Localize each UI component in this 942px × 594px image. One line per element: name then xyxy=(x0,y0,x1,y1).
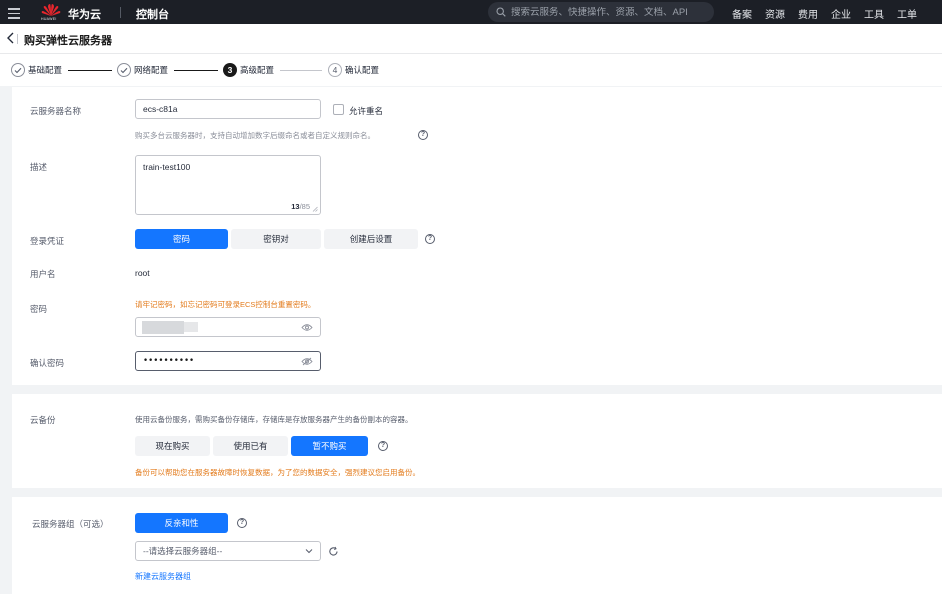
huawei-petal-icon xyxy=(41,4,61,16)
allow-duplicate-label: 允许重名 xyxy=(349,106,384,116)
login-credential-label: 登录凭证 xyxy=(30,236,65,246)
step-connector xyxy=(68,70,112,71)
step-advanced-config[interactable]: 3 高级配置 xyxy=(223,63,274,77)
password-field[interactable] xyxy=(135,317,321,337)
backup-selector: 现在购买 使用已有 暂不购买 xyxy=(135,436,371,456)
step-basic-config[interactable]: 基础配置 xyxy=(11,63,62,77)
nav-billing[interactable]: 费用 xyxy=(798,6,818,21)
nav-beian[interactable]: 备案 xyxy=(732,6,752,21)
step-label: 确认配置 xyxy=(345,65,380,75)
server-name-label: 云服务器名称 xyxy=(30,106,82,116)
global-search-input[interactable] xyxy=(511,6,701,18)
nav-resources[interactable]: 资源 xyxy=(765,6,785,21)
menu-icon[interactable] xyxy=(8,5,20,19)
description-field[interactable]: train-test100 13/85 xyxy=(135,155,321,215)
help-icon[interactable]: ? xyxy=(418,130,428,140)
confirm-password-input[interactable] xyxy=(136,352,286,370)
console-link[interactable]: 控制台 xyxy=(136,6,169,22)
help-icon[interactable]: ? xyxy=(237,518,247,528)
confirm-password-label: 确认密码 xyxy=(30,358,65,368)
backup-label: 云备份 xyxy=(30,415,56,425)
masked-content xyxy=(184,322,198,332)
password-label: 密码 xyxy=(30,304,48,314)
chevron-down-icon xyxy=(305,549,313,554)
help-icon[interactable]: ? xyxy=(378,441,388,451)
server-group-label: 云服务器组（可选） xyxy=(32,519,109,529)
nav-tools[interactable]: 工具 xyxy=(864,6,884,21)
login-option-password[interactable]: 密码 xyxy=(135,229,228,249)
page-header: 购买弹性云服务器 xyxy=(0,24,942,54)
username-label: 用户名 xyxy=(30,269,56,279)
resize-handle-icon[interactable] xyxy=(312,206,318,212)
login-option-later[interactable]: 创建后设置 xyxy=(324,229,418,249)
server-name-input[interactable] xyxy=(135,99,321,119)
step-label: 高级配置 xyxy=(240,65,275,75)
char-counter: 13/85 xyxy=(291,202,310,211)
login-option-keypair[interactable]: 密钥对 xyxy=(231,229,321,249)
check-circle-icon xyxy=(117,63,131,77)
eye-off-icon[interactable] xyxy=(301,357,313,366)
step-network-config[interactable]: 网络配置 xyxy=(117,63,168,77)
step-connector xyxy=(280,70,322,71)
brand-name[interactable]: 华为云 xyxy=(68,6,101,22)
help-icon[interactable]: ? xyxy=(425,234,435,244)
title-separator xyxy=(17,34,18,44)
check-circle-icon xyxy=(11,63,25,77)
instance-settings-card: 云服务器名称 允许重名 购买多台云服务器时，支持自动增加数字后缀命名或者自定义规… xyxy=(12,87,942,385)
server-group-select[interactable]: --请选择云服务器组-- xyxy=(135,541,321,561)
refresh-icon[interactable] xyxy=(328,546,339,557)
server-group-card: 云服务器组（可选） 反亲和性 ? --请选择云服务器组-- 新建云服务器组 xyxy=(12,497,942,594)
backup-card: 云备份 使用云备份服务，需购买备份存储库，存储库是存放服务器产生的备份副本的容器… xyxy=(12,394,942,488)
server-name-hint: 购买多台云服务器时，支持自动增加数字后缀命名或者自定义规则命名。 xyxy=(135,131,375,140)
create-server-group-link[interactable]: 新建云服务器组 xyxy=(135,571,191,582)
backup-option-skip[interactable]: 暂不购买 xyxy=(291,436,368,456)
backup-warning: 备份可以帮助您在服务器故障时恢复数据，为了您的数据安全，强烈建议您启用备份。 xyxy=(135,468,420,477)
global-search[interactable] xyxy=(488,2,714,22)
top-nav-links: 备案 资源 费用 企业 工具 工单 xyxy=(732,6,930,21)
username-value: root xyxy=(135,268,150,278)
server-group-policy-selector: 反亲和性 xyxy=(135,513,231,533)
step-number: 3 xyxy=(223,63,237,77)
logo-wordmark: HUAWEI xyxy=(41,17,57,21)
step-label: 网络配置 xyxy=(134,65,169,75)
divider xyxy=(120,7,121,18)
step-number: 4 xyxy=(328,63,342,77)
select-placeholder: --请选择云服务器组-- xyxy=(143,546,223,556)
huawei-logo[interactable]: HUAWEI xyxy=(40,3,62,21)
password-warning: 请牢记密码，如忘记密码可登录ECS控制台重置密码。 xyxy=(135,300,316,309)
backup-option-buy-now[interactable]: 现在购买 xyxy=(135,436,210,456)
back-arrow-icon[interactable] xyxy=(6,32,16,44)
allow-duplicate-checkbox[interactable] xyxy=(333,104,344,115)
masked-content xyxy=(142,321,184,334)
search-icon xyxy=(496,7,506,17)
step-label: 基础配置 xyxy=(28,65,63,75)
nav-enterprise[interactable]: 企业 xyxy=(831,6,851,21)
step-confirm-config[interactable]: 4 确认配置 xyxy=(328,63,379,77)
step-connector xyxy=(174,70,218,71)
backup-option-use-existing[interactable]: 使用已有 xyxy=(213,436,288,456)
top-navigation-bar: HUAWEI 华为云 控制台 备案 资源 费用 企业 工具 工单 xyxy=(0,0,942,24)
eye-icon[interactable] xyxy=(301,323,313,332)
page-title: 购买弹性云服务器 xyxy=(24,35,112,47)
login-credential-selector: 密码 密钥对 创建后设置 xyxy=(135,229,421,249)
backup-description: 使用云备份服务，需购买备份存储库，存储库是存放服务器产生的备份副本的容器。 xyxy=(135,415,413,424)
confirm-password-field[interactable] xyxy=(135,351,321,371)
description-label: 描述 xyxy=(30,162,48,172)
nav-tickets[interactable]: 工单 xyxy=(897,6,917,21)
wizard-steps: 基础配置 网络配置 3 高级配置 4 确认配置 xyxy=(0,54,942,86)
anti-affinity-button[interactable]: 反亲和性 xyxy=(135,513,228,533)
